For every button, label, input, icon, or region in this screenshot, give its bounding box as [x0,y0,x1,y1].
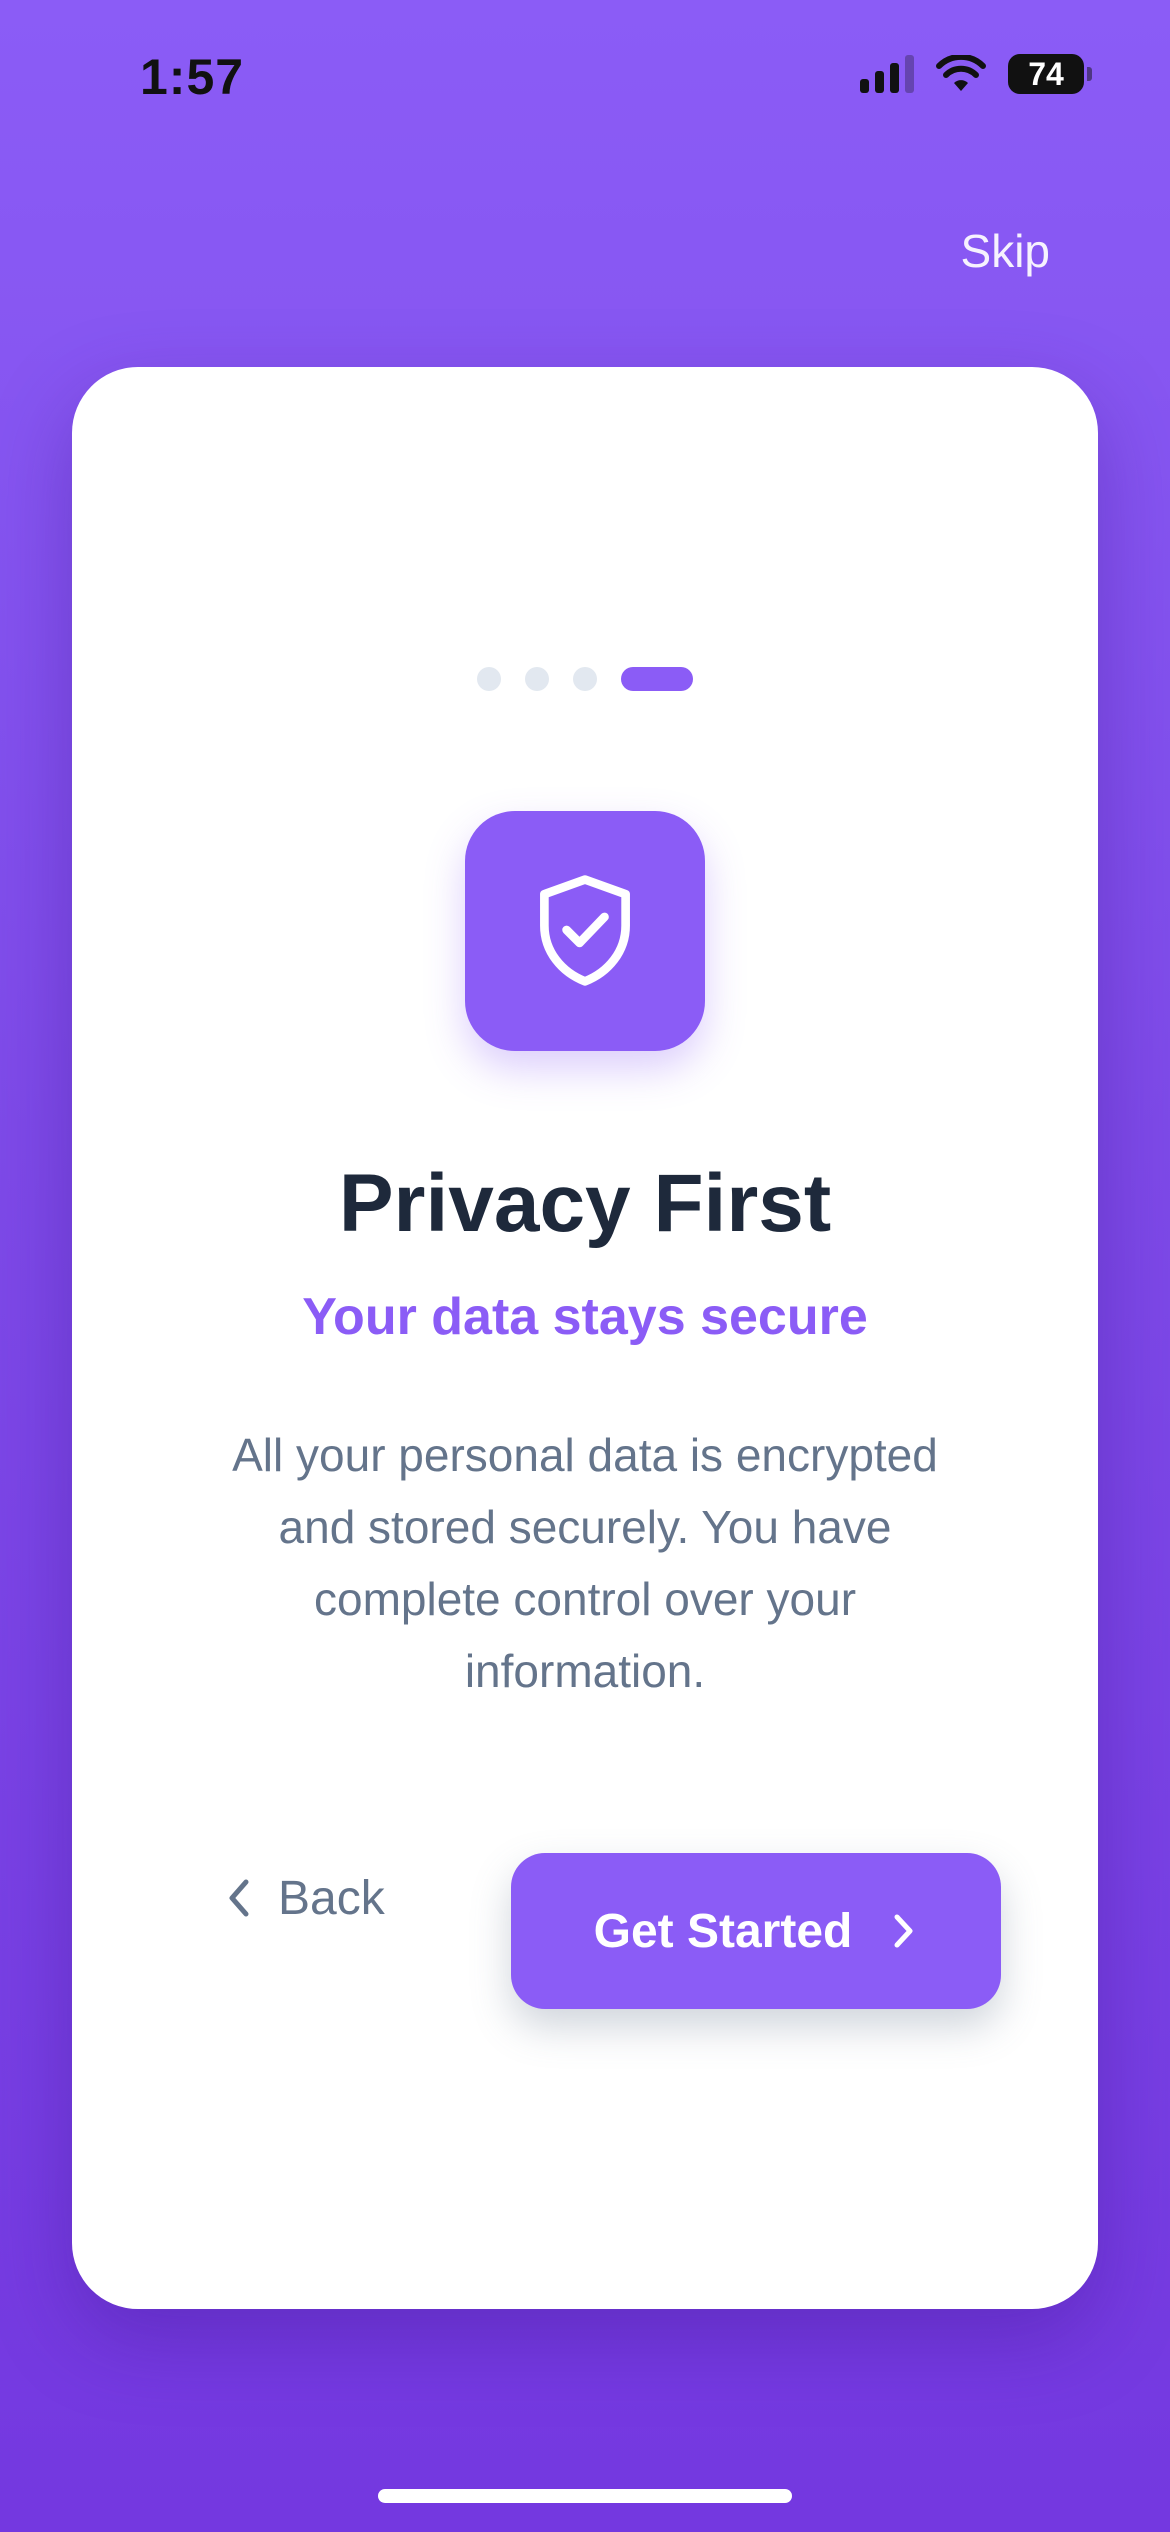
page-dot[interactable] [573,667,597,691]
get-started-label: Get Started [593,1904,853,1958]
onboarding-subtitle: Your data stays secure [302,1288,868,1346]
chevron-right-icon [894,1914,913,1948]
status-time: 1:57 [140,49,245,105]
feature-icon-tile [465,811,705,1051]
page-dot-active[interactable] [621,667,693,691]
home-indicator[interactable] [378,2489,792,2503]
wifi-icon [936,55,986,91]
get-started-button[interactable]: Get Started [511,1853,1001,2009]
chevron-left-icon [229,1879,249,1917]
back-button-label: Back [278,1871,385,1925]
page-indicator [72,667,1098,691]
back-button[interactable]: Back [222,1850,385,1946]
onboarding-title: Privacy First [338,1158,832,1249]
onboarding-card: Privacy First Your data stays secure All… [72,367,1098,2309]
battery-level: 74 [1028,55,1064,92]
page-dot[interactable] [477,667,501,691]
shield-check-icon [540,875,630,986]
status-bar: 1:57 74 [0,0,1170,150]
battery-icon: 74 [1008,54,1092,94]
skip-button[interactable]: Skip [961,224,1050,278]
onboarding-description: All your personal data is encrypted and … [232,1429,938,1697]
page-dot[interactable] [525,667,549,691]
signal-icon [860,55,914,93]
status-icons: 74 [860,54,1092,94]
